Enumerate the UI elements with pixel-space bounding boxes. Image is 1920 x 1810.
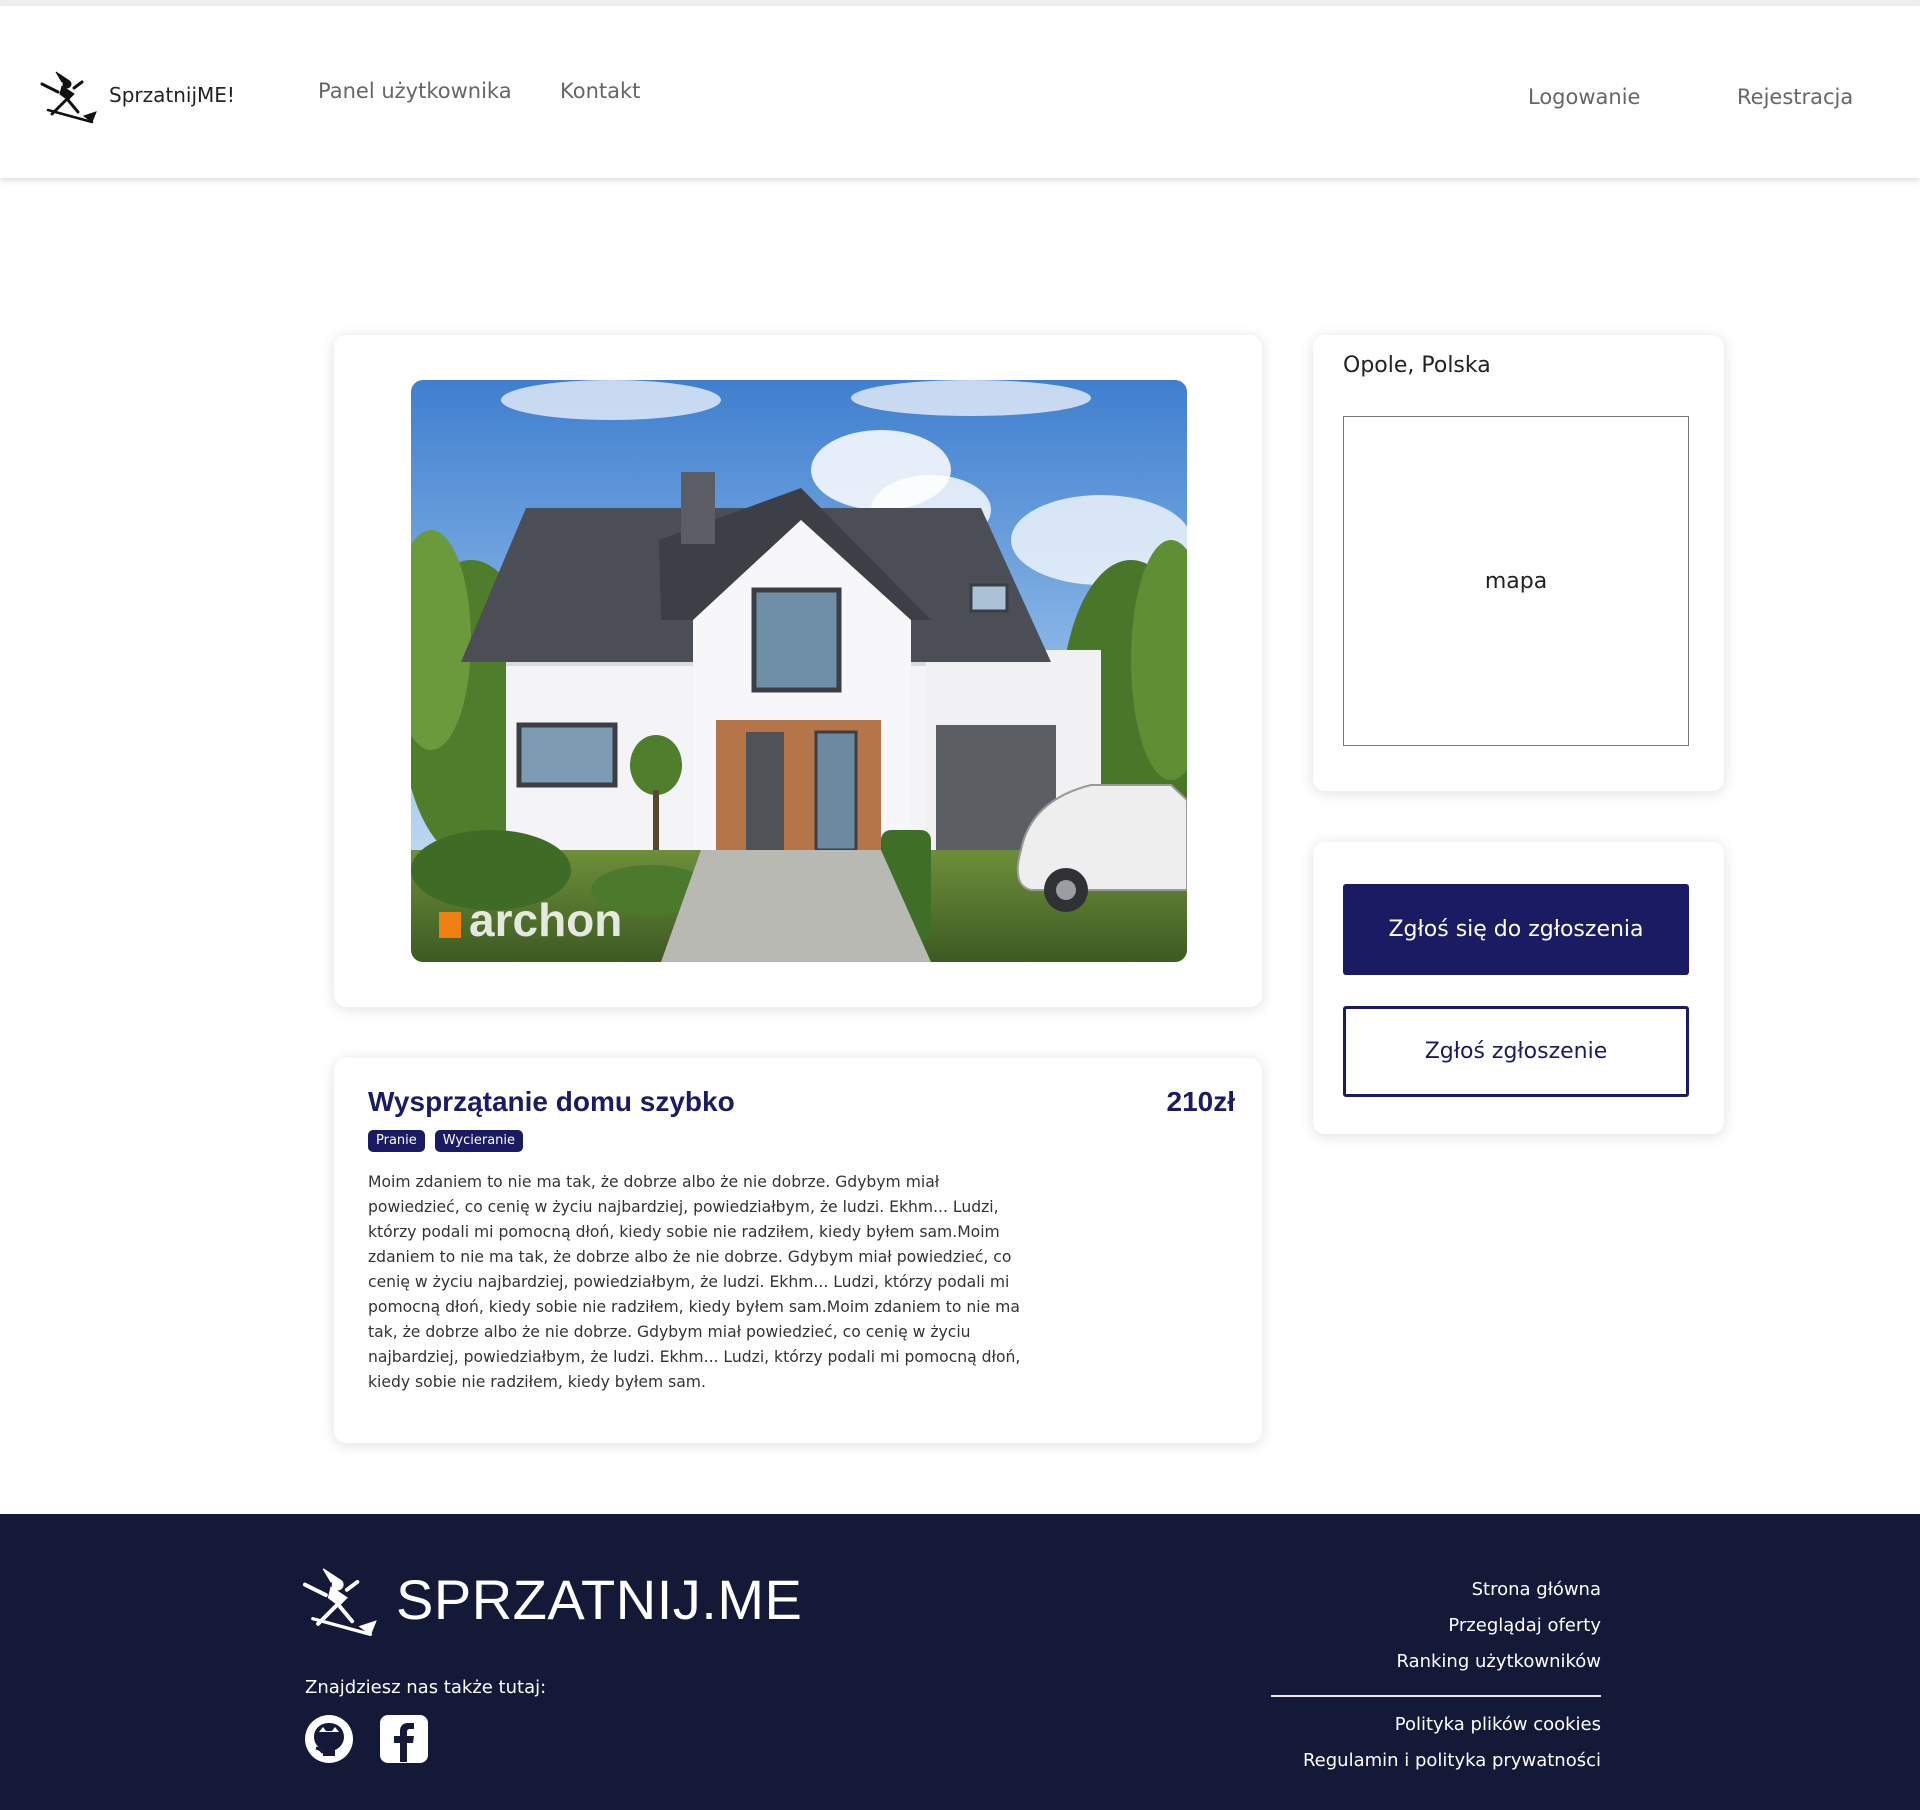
offer-photo: archon xyxy=(411,380,1187,962)
footer-link-home[interactable]: Strona główna xyxy=(1271,1572,1601,1608)
witch-logo-icon xyxy=(40,71,97,124)
offer-price: 210zł xyxy=(1166,1086,1236,1117)
social-heading: Znajdziesz nas także tutaj: xyxy=(305,1677,547,1698)
footer-link-cookies[interactable]: Polityka plików cookies xyxy=(1271,1707,1601,1743)
footer-link-browse-offers[interactable]: Przeglądaj oferty xyxy=(1271,1608,1601,1644)
footer-link-terms-privacy[interactable]: Regulamin i polityka prywatności xyxy=(1271,1743,1601,1779)
footer-links: Strona główna Przeglądaj oferty Ranking … xyxy=(1271,1572,1601,1779)
nav-link-login[interactable]: Logowanie xyxy=(1528,85,1640,109)
social-links xyxy=(304,1714,429,1764)
footer-link-user-ranking[interactable]: Ranking użytkowników xyxy=(1271,1644,1601,1680)
nav-link-register[interactable]: Rejestracja xyxy=(1737,85,1853,109)
nav-link-contact[interactable]: Kontakt xyxy=(560,79,640,103)
brand-name: SprzatnijME! xyxy=(109,83,235,107)
footer: SPRZATNIJ.ME Znajdziesz nas także tutaj:… xyxy=(0,1514,1920,1810)
offer-photo-card: archon xyxy=(334,335,1262,1007)
photo-watermark: archon xyxy=(469,894,622,946)
nav-link-user-panel[interactable]: Panel użytkownika xyxy=(318,79,512,103)
tag-badge: Wycieranie xyxy=(434,1130,524,1152)
offer-details-card: Wysprzątanie domu szybko 210zł Pranie Wy… xyxy=(334,1058,1262,1443)
offer-title: Wysprzątanie domu szybko xyxy=(368,1086,735,1117)
footer-divider xyxy=(1271,1695,1601,1697)
offer-location: Opole, Polska xyxy=(1343,353,1491,378)
map-placeholder[interactable]: mapa xyxy=(1343,416,1689,746)
witch-logo-icon xyxy=(302,1568,377,1637)
tag-badge: Pranie xyxy=(368,1130,425,1152)
github-icon[interactable] xyxy=(304,1714,354,1764)
offer-description: Moim zdaniem to nie ma tak, że dobrze al… xyxy=(368,1173,1021,1391)
report-offer-button[interactable]: Zgłoś zgłoszenie xyxy=(1343,1006,1689,1097)
brand-logo-link[interactable]: SprzatnijME! xyxy=(38,66,235,124)
map-label: mapa xyxy=(1484,568,1548,594)
footer-brand[interactable]: SPRZATNIJ.ME xyxy=(298,1561,802,1637)
offer-tags: Pranie Wycieranie xyxy=(368,1130,524,1152)
facebook-icon[interactable] xyxy=(379,1714,429,1764)
apply-to-offer-button[interactable]: Zgłoś się do zgłoszenia xyxy=(1343,884,1689,975)
navbar: SprzatnijME! Panel użytkownika Kontakt L… xyxy=(0,6,1920,178)
footer-brand-name: SPRZATNIJ.ME xyxy=(396,1567,803,1631)
actions-card: Zgłoś się do zgłoszenia Zgłoś zgłoszenie xyxy=(1313,842,1724,1134)
location-card: Opole, Polska mapa xyxy=(1313,335,1724,791)
